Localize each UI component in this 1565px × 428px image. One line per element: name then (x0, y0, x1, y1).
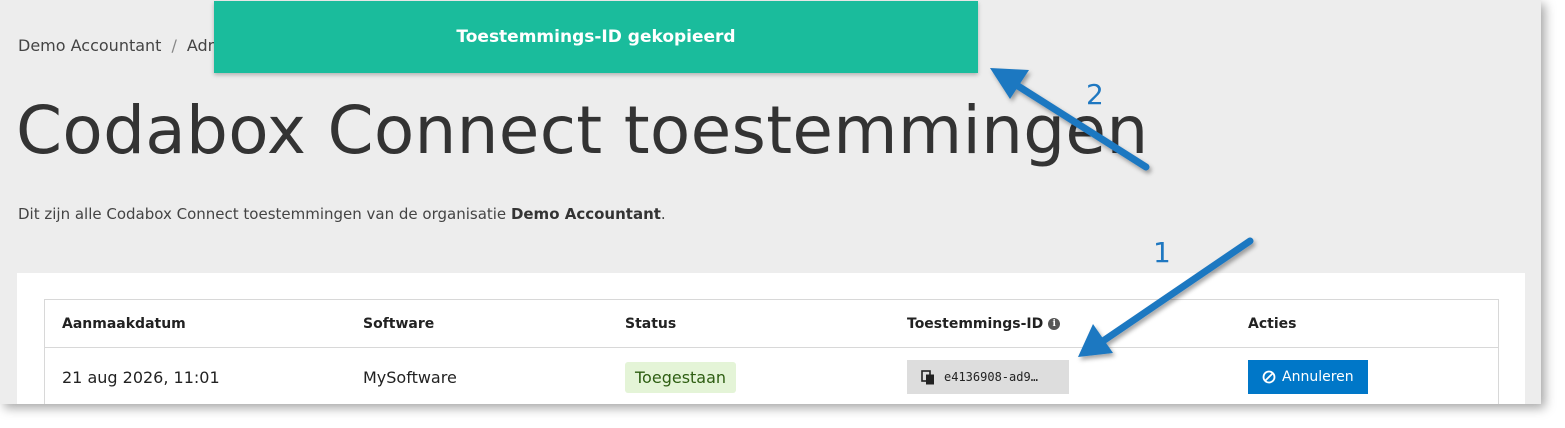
callout-number-2: 2 (1086, 78, 1104, 111)
cell-actions: Annuleren (1248, 348, 1368, 404)
cell-status: Toegestaan (625, 348, 737, 404)
callout-number-1: 1 (1153, 236, 1171, 269)
consent-id-value: e4136908-ad9… (944, 370, 1038, 384)
intro-suffix: . (660, 205, 666, 223)
cancel-icon (1262, 370, 1276, 384)
breadcrumb: Demo Accountant / Adm (18, 36, 223, 55)
column-header-consent-id: Toestemmings-ID i (907, 300, 1061, 347)
intro-text: Dit zijn alle Codabox Connect toestemmin… (18, 205, 666, 223)
copy-icon (921, 369, 935, 385)
cancel-button-label: Annuleren (1282, 369, 1354, 385)
table-header: Aanmaakdatum Software Status Toestemming… (45, 300, 1498, 348)
cancel-button[interactable]: Annuleren (1248, 360, 1368, 394)
breadcrumb-separator: / (171, 36, 177, 55)
column-header-software: Software (363, 315, 435, 332)
column-header-actions: Acties (1248, 315, 1297, 332)
app-window: Demo Accountant / Adm Codabox Connect to… (0, 0, 1541, 404)
intro-prefix: Dit zijn alle Codabox Connect toestemmin… (18, 205, 511, 223)
consents-card: Aanmaakdatum Software Status Toestemming… (17, 273, 1525, 404)
cell-consent-id: e4136908-ad9… (907, 348, 1069, 404)
toast-notification: Toestemmings-ID gekopieerd (214, 1, 978, 73)
column-header-status: Status (625, 315, 677, 332)
info-icon[interactable]: i (1048, 317, 1061, 330)
breadcrumb-home-link[interactable]: Demo Accountant (18, 36, 161, 55)
column-header-consent-id-label: Toestemmings-ID (907, 315, 1044, 332)
copy-consent-id-button[interactable]: e4136908-ad9… (907, 360, 1069, 394)
page-title: Codabox Connect toestemmingen (16, 92, 1149, 169)
column-header-created: Aanmaakdatum (62, 315, 186, 332)
intro-org-name: Demo Accountant (510, 205, 661, 223)
cell-created: 21 aug 2026, 11:01 (62, 367, 220, 387)
toast-message: Toestemmings-ID gekopieerd (456, 27, 736, 47)
cell-software: MySoftware (363, 367, 457, 387)
consents-table: Aanmaakdatum Software Status Toestemming… (44, 299, 1499, 404)
status-badge: Toegestaan (625, 361, 737, 393)
table-row: 21 aug 2026, 11:01 MySoftware Toegestaan… (45, 348, 1498, 404)
